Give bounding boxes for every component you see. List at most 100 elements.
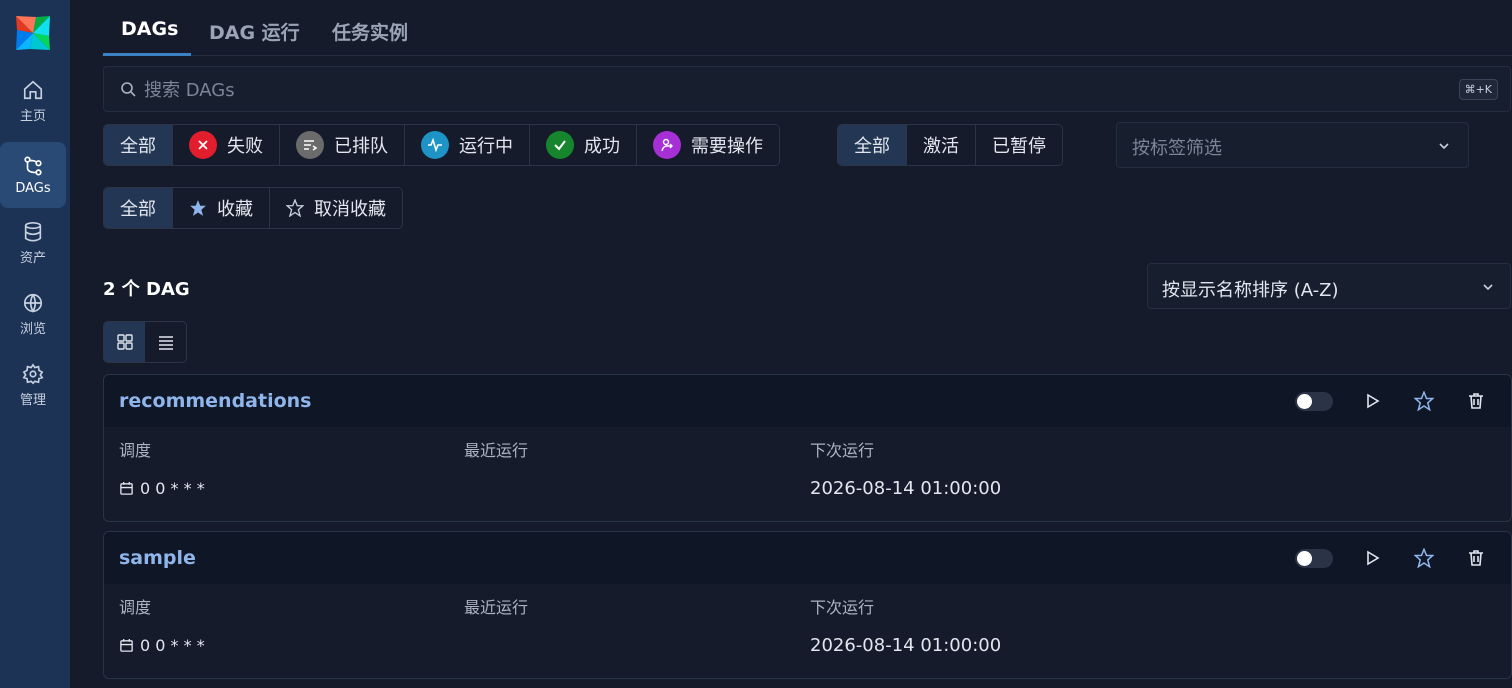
favorite-filter-all[interactable]: 全部: [104, 188, 173, 228]
filter-label: 已排队: [334, 136, 388, 157]
filter-label: 收藏: [217, 199, 253, 220]
queue-icon: [296, 131, 324, 159]
favorite-filter: 全部 收藏 取消收藏: [103, 187, 403, 229]
active-filter: 全部 激活 已暂停: [837, 124, 1063, 166]
filter-label: 全部: [120, 199, 156, 220]
schedule-value: 0 0 * * *: [119, 479, 205, 498]
dag-card-header: sample: [104, 532, 1511, 584]
sidebar-item-label: 资产: [19, 250, 46, 266]
tag-filter-select[interactable]: 按标签筛选: [1116, 122, 1469, 168]
filter-label: 已暂停: [992, 136, 1046, 157]
list-icon: [158, 336, 173, 350]
calendar-icon: [120, 481, 133, 495]
calendar-icon: [120, 638, 133, 652]
view-toggle: [103, 321, 187, 363]
filter-label: 成功: [584, 136, 620, 157]
sidebar-item-label: 管理: [19, 392, 46, 408]
sidebar-item-admin[interactable]: 管理: [0, 352, 66, 418]
next-run-label: 下次运行: [810, 598, 875, 617]
chevron-down-icon: [1483, 284, 1493, 291]
state-filter-queued[interactable]: 已排队: [280, 125, 405, 165]
filter-label: 取消收藏: [314, 199, 386, 220]
card-view-button[interactable]: [104, 322, 145, 362]
table-view-button[interactable]: [145, 322, 186, 362]
star-outline-icon[interactable]: [1414, 391, 1434, 411]
filter-label: 失败: [227, 136, 263, 157]
globe-icon: [23, 293, 43, 313]
schedule-label: 调度: [119, 441, 152, 460]
state-filter-failed[interactable]: 失败: [173, 125, 280, 165]
active-filter-active[interactable]: 激活: [907, 125, 976, 165]
trash-icon[interactable]: [1466, 548, 1486, 568]
tab-bar: DAGs DAG 运行 任务实例: [102, 0, 1512, 56]
tag-filter-placeholder: 按标签筛选: [1132, 138, 1222, 159]
check-icon: [546, 131, 574, 159]
active-filter-all[interactable]: 全部: [838, 125, 907, 165]
play-icon[interactable]: [1362, 391, 1382, 411]
tab-dag-runs[interactable]: DAG 运行: [209, 18, 300, 45]
state-filter: 全部 失败 已排队 运行中 成功 需要操作: [103, 124, 780, 166]
dag-count: 2 个 DAG: [103, 279, 190, 300]
airflow-logo[interactable]: [13, 13, 53, 53]
gear-icon: [22, 362, 44, 384]
sidebar: 主页 DAGs 资产 浏览 管理: [0, 0, 70, 688]
sort-select[interactable]: 按显示名称排序 (A-Z): [1147, 263, 1511, 309]
favorite-filter-favorites[interactable]: 收藏: [173, 188, 270, 228]
pause-toggle[interactable]: [1295, 549, 1333, 568]
sidebar-item-dags[interactable]: DAGs: [0, 142, 66, 208]
home-icon: [23, 80, 43, 99]
filter-label: 全部: [854, 136, 890, 157]
active-tab-indicator: [103, 53, 191, 56]
next-run-label: 下次运行: [810, 441, 875, 460]
tab-dags[interactable]: DAGs: [121, 18, 178, 40]
state-filter-needs-action[interactable]: 需要操作: [637, 125, 779, 165]
sidebar-item-assets[interactable]: 资产: [0, 210, 66, 276]
sidebar-item-label: DAGs: [15, 180, 51, 196]
hand-icon: [653, 131, 681, 159]
filter-label: 需要操作: [691, 136, 763, 157]
latest-run-label: 最近运行: [464, 441, 529, 460]
schedule-label: 调度: [119, 598, 152, 617]
dag-name-link[interactable]: recommendations: [119, 390, 312, 412]
dag-card-header: recommendations: [104, 375, 1511, 427]
sidebar-item-browse[interactable]: 浏览: [0, 281, 66, 347]
dags-icon: [24, 155, 42, 176]
schedule-value: 0 0 * * *: [119, 636, 205, 655]
schedule-text: 0 0 * * *: [140, 636, 205, 655]
dag-card: recommendations 调度 最近运行 下次运行 0 0 * * * 2…: [103, 374, 1512, 522]
dag-card: sample 调度 最近运行 下次运行 0 0 * * * 2026-08-14…: [103, 531, 1512, 679]
grid-icon: [116, 334, 133, 350]
trash-icon[interactable]: [1466, 391, 1486, 411]
x-icon: [189, 131, 217, 159]
next-run-value: 2026-08-14 01:00:00: [810, 635, 1002, 656]
active-filter-paused[interactable]: 已暂停: [976, 125, 1062, 165]
dag-name-link[interactable]: sample: [119, 547, 196, 569]
sidebar-item-label: 主页: [19, 108, 46, 124]
sidebar-item-home[interactable]: 主页: [0, 68, 66, 134]
star-filled-icon: [190, 200, 206, 216]
database-icon: [24, 221, 42, 242]
sort-value: 按显示名称排序 (A-Z): [1162, 280, 1339, 301]
state-filter-running[interactable]: 运行中: [405, 125, 530, 165]
activity-icon: [421, 131, 449, 159]
favorite-filter-unfavorites[interactable]: 取消收藏: [270, 188, 402, 228]
star-outline-icon: [286, 199, 304, 217]
next-run-value: 2026-08-14 01:00:00: [810, 478, 1002, 499]
search-bar: ⌘+K: [103, 66, 1511, 112]
search-input[interactable]: [144, 75, 1444, 105]
filter-label: 运行中: [459, 136, 513, 157]
star-outline-icon[interactable]: [1414, 548, 1434, 568]
state-filter-all[interactable]: 全部: [104, 125, 173, 165]
schedule-text: 0 0 * * *: [140, 479, 205, 498]
filter-label: 激活: [923, 136, 959, 157]
sidebar-item-label: 浏览: [19, 321, 46, 337]
state-filter-success[interactable]: 成功: [530, 125, 637, 165]
pause-toggle[interactable]: [1295, 392, 1333, 411]
latest-run-label: 最近运行: [464, 598, 529, 617]
search-icon: [121, 82, 136, 97]
filter-label: 全部: [120, 136, 156, 157]
search-shortcut-badge: ⌘+K: [1458, 79, 1498, 100]
chevron-down-icon: [1439, 143, 1449, 150]
play-icon[interactable]: [1362, 548, 1382, 568]
tab-task-instances[interactable]: 任务实例: [332, 18, 408, 45]
